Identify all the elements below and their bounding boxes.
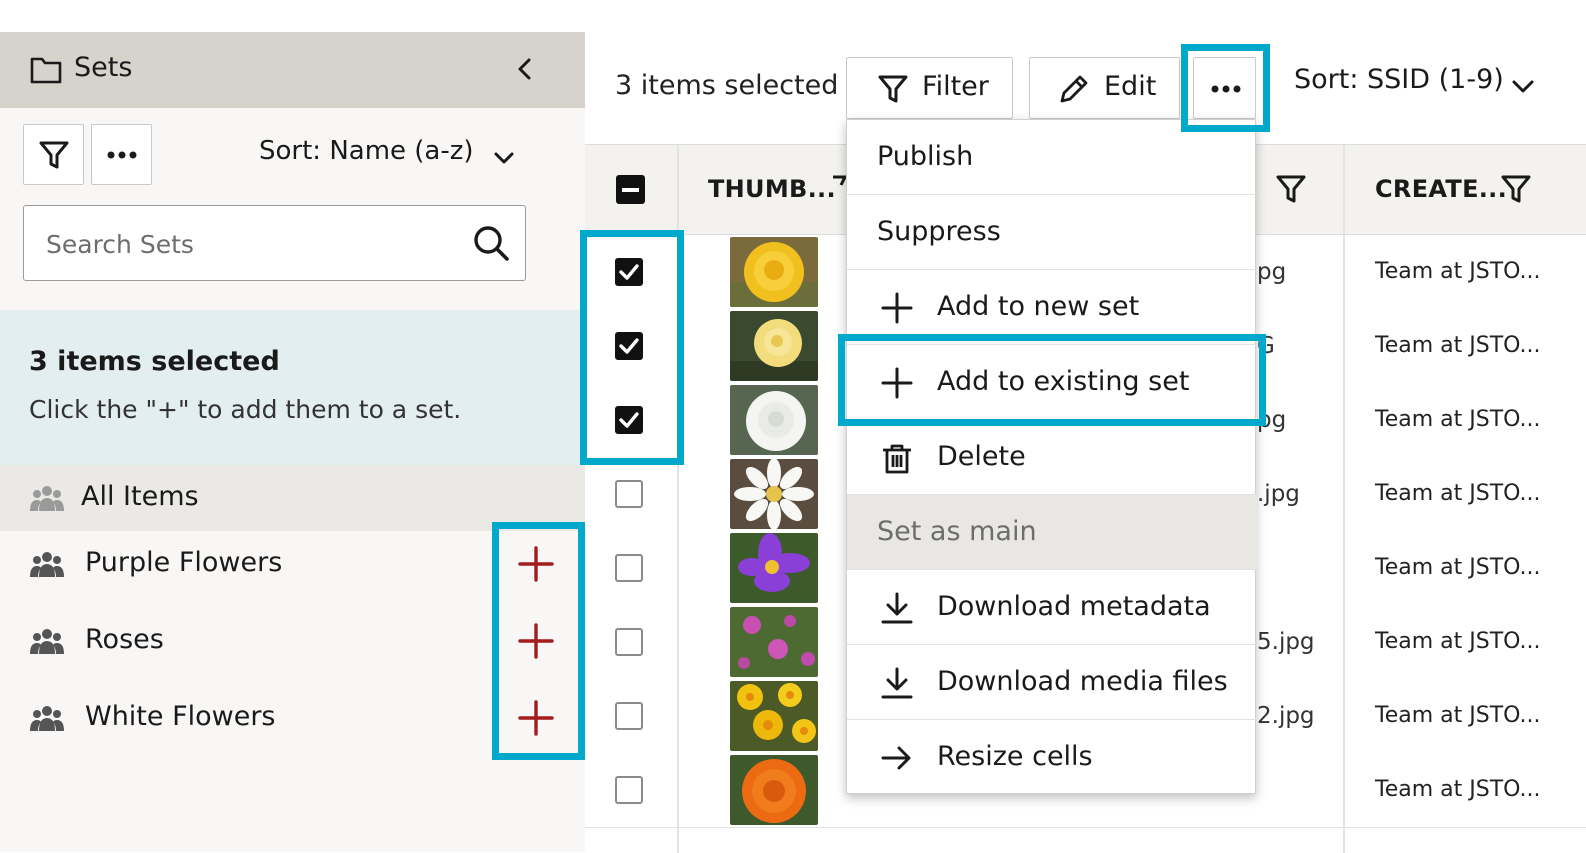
filter-icon[interactable] [1499, 173, 1533, 205]
row-checkbox[interactable] [615, 480, 643, 508]
group-icon [30, 552, 64, 577]
sidebar-header: Sets [0, 32, 585, 108]
menu-item-label: Download metadata [937, 591, 1211, 622]
filter-icon[interactable] [1274, 173, 1308, 205]
group-icon [30, 629, 64, 654]
thumbnail-yellow-rose[interactable] [730, 237, 818, 307]
filter-icon [39, 141, 68, 168]
selection-info-text: Click the "+" to add them to a set. [29, 395, 462, 424]
group-icon [30, 486, 64, 511]
sidebar-sort-dropdown[interactable]: Sort: Name (a-z) [259, 136, 474, 166]
more-actions-menu: Publish Suppress Add to new set Add to e… [846, 119, 1257, 795]
filename-cell: 5.jpg [1257, 629, 1315, 655]
menu-item-delete[interactable]: Delete [847, 420, 1257, 495]
menu-item-download-metadata[interactable]: Download metadata [847, 570, 1257, 645]
search-icon[interactable] [472, 224, 510, 262]
edit-button[interactable]: Edit [1029, 57, 1180, 119]
creator-cell: Team at JSTO... [1375, 333, 1541, 358]
menu-item-label: Download media files [937, 666, 1228, 697]
selection-info-title: 3 items selected [29, 346, 280, 377]
filename-cell: 2.jpg [1257, 703, 1315, 729]
creator-cell: Team at JSTO... [1375, 407, 1541, 432]
sidebar-filter-button[interactable] [23, 124, 84, 185]
column-header-thumbnail[interactable]: THUMB... [708, 175, 836, 203]
set-item-label: All Items [81, 481, 199, 512]
menu-item-label: Add to new set [937, 291, 1140, 322]
filename-cell: .jpg [1257, 481, 1300, 507]
menu-item-label: Publish [877, 141, 974, 172]
menu-item-set-as-main: Set as main [847, 495, 1257, 570]
edit-button-label: Edit [1104, 71, 1157, 102]
download-icon [881, 592, 913, 624]
row-checkbox[interactable] [615, 554, 643, 582]
sidebar-more-button[interactable] [91, 124, 152, 185]
column-divider [1343, 145, 1345, 853]
highlight-selected-checkboxes [580, 230, 684, 465]
filter-icon[interactable] [833, 173, 847, 205]
collapse-sidebar-chevron-icon[interactable] [510, 54, 540, 84]
filter-icon [878, 75, 908, 103]
menu-item-label: Set as main [877, 516, 1037, 547]
thumbnail-orange-zinnia[interactable] [730, 755, 818, 825]
sidebar-title: Sets [74, 52, 133, 83]
plus-icon [881, 292, 913, 324]
highlight-more-actions [1181, 44, 1270, 132]
search-sets-field[interactable] [23, 205, 526, 281]
menu-item-download-media-files[interactable]: Download media files [847, 645, 1257, 720]
set-item-label: Roses [85, 624, 164, 655]
thumbnail-purple-crocus[interactable] [730, 533, 818, 603]
download-icon [881, 667, 913, 699]
filter-button[interactable]: Filter [846, 57, 1013, 119]
creator-cell: Team at JSTO... [1375, 777, 1541, 802]
creator-cell: Team at JSTO... [1375, 703, 1541, 728]
menu-item-label: Delete [937, 441, 1026, 472]
creator-cell: Team at JSTO... [1375, 555, 1541, 580]
trash-icon [883, 444, 911, 474]
group-icon [30, 706, 64, 731]
column-header-created[interactable]: CREATE... [1375, 175, 1507, 203]
menu-item-suppress[interactable]: Suppress [847, 195, 1257, 270]
pencil-icon [1060, 75, 1088, 103]
chevron-down-icon[interactable] [492, 146, 516, 170]
thumbnail-pale-yellow-rose[interactable] [730, 311, 818, 381]
chevron-down-icon[interactable] [1510, 73, 1536, 99]
thumbnail-yellow-daffodils[interactable] [730, 681, 818, 751]
row-checkbox[interactable] [615, 702, 643, 730]
set-item-label: White Flowers [85, 701, 276, 732]
folder-icon [30, 57, 62, 84]
thumbnail-white-rose[interactable] [730, 385, 818, 455]
filter-button-label: Filter [922, 71, 989, 102]
search-sets-input[interactable] [44, 224, 468, 264]
row-checkbox[interactable] [615, 776, 643, 804]
thumbnail-pink-flowers[interactable] [730, 607, 818, 677]
set-item-label: Purple Flowers [85, 547, 283, 578]
table-sort-dropdown[interactable]: Sort: SSID (1-9) [1294, 64, 1504, 95]
arrow-right-icon [881, 746, 911, 770]
menu-item-resize-cells[interactable]: Resize cells [847, 720, 1257, 795]
menu-item-label: Suppress [877, 216, 1001, 247]
highlight-add-to-existing-set [838, 334, 1266, 426]
creator-cell: Team at JSTO... [1375, 481, 1541, 506]
more-dots-icon [107, 151, 136, 158]
creator-cell: Team at JSTO... [1375, 259, 1541, 284]
filename-cell: pg [1257, 259, 1287, 285]
selection-info-panel: 3 items selected Click the "+" to add th… [0, 310, 585, 465]
selected-count-label: 3 items selected [615, 70, 839, 101]
menu-item-label: Resize cells [937, 741, 1093, 772]
creator-cell: Team at JSTO... [1375, 629, 1541, 654]
thumbnail-white-daisy[interactable] [730, 459, 818, 529]
highlight-add-plus-buttons [492, 522, 585, 760]
select-all-checkbox[interactable] [616, 175, 645, 204]
row-checkbox[interactable] [615, 628, 643, 656]
